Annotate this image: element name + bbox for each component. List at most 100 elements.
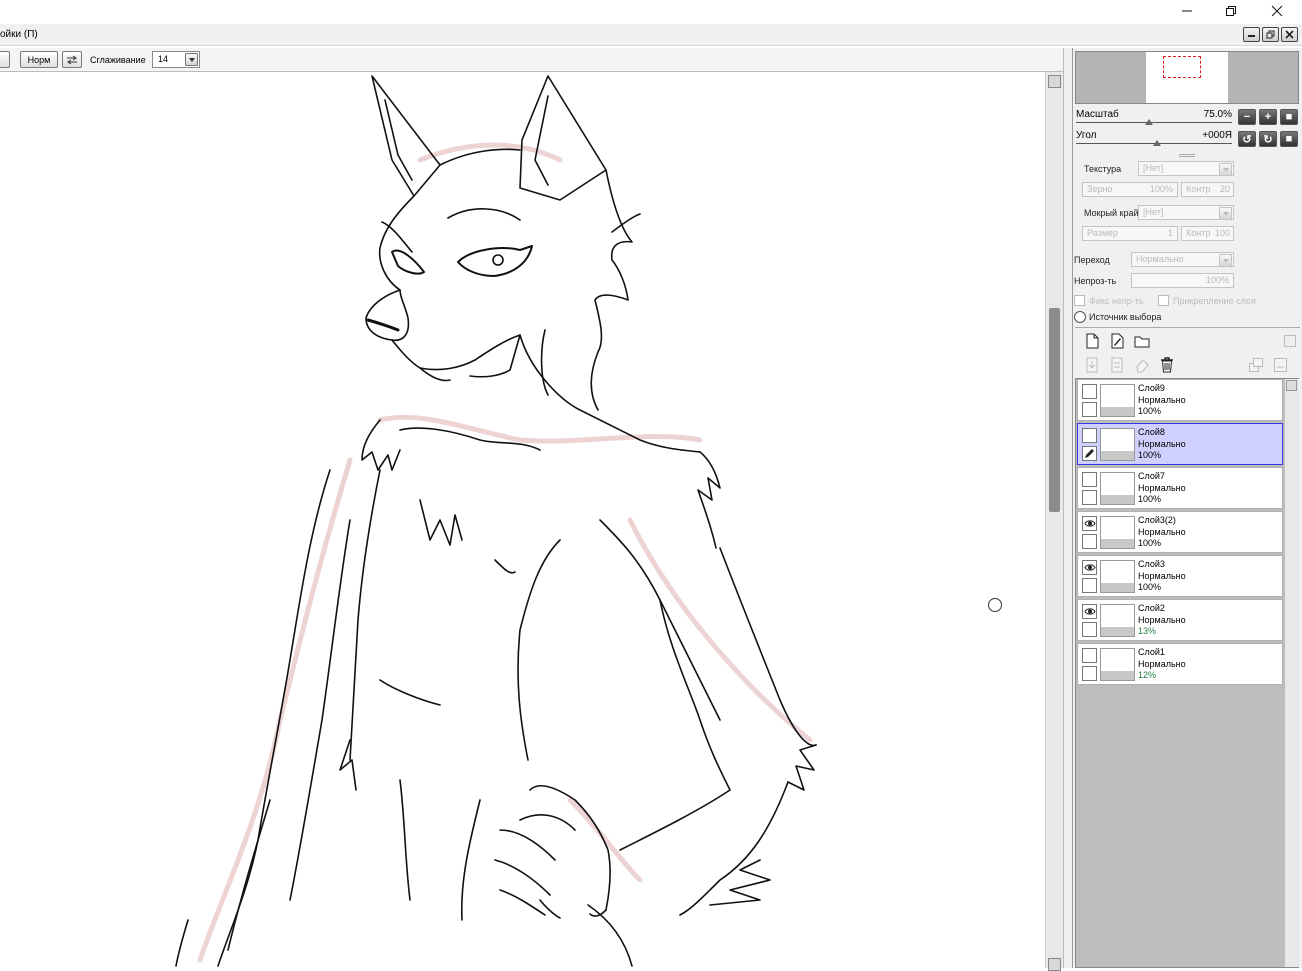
panel-grip[interactable]: [1179, 154, 1195, 157]
new-folder-button[interactable]: [1133, 332, 1151, 350]
rotate-left-icon: ↺: [1242, 133, 1252, 146]
zoom-slider[interactable]: [1076, 122, 1232, 123]
mdi-restore-button[interactable]: [1262, 27, 1279, 42]
scrollbar-thumb[interactable]: [1049, 308, 1060, 512]
new-linework-layer-icon: [1111, 333, 1124, 349]
layer-row[interactable]: Слой7 Нормально 100%: [1077, 467, 1283, 509]
layer-edit-toggle[interactable]: [1082, 666, 1097, 681]
opacity-field[interactable]: 100%: [1131, 273, 1234, 288]
wet-contrast-value: 100: [1214, 228, 1230, 238]
tool-options-bar: Норм Сглаживание 14: [0, 48, 1068, 72]
angle-slider-handle[interactable]: [1153, 140, 1161, 146]
rotate-right-button[interactable]: ↻: [1259, 131, 1277, 147]
scroll-down-button[interactable]: [1048, 958, 1061, 971]
layer-edit-toggle[interactable]: [1082, 578, 1097, 593]
drawing-canvas[interactable]: [0, 72, 1045, 968]
wet-contrast-label: Контр: [1186, 228, 1211, 238]
panel-splitter[interactable]: [1063, 48, 1072, 968]
size-field[interactable]: Размер 1: [1082, 226, 1178, 241]
zoom-reset-button[interactable]: ■: [1280, 109, 1298, 125]
restore-icon: [1226, 6, 1236, 16]
layer-edit-toggle[interactable]: [1082, 534, 1097, 549]
new-layer-icon: [1086, 333, 1099, 349]
layer-thumbnail: [1100, 472, 1135, 505]
mdi-minimize-button[interactable]: [1243, 27, 1260, 42]
rotate-left-button[interactable]: ↺: [1238, 131, 1256, 147]
mode-button[interactable]: Норм: [20, 51, 58, 68]
minimize-button[interactable]: [1164, 0, 1210, 22]
menu-item-settings[interactable]: ойки (П): [0, 29, 38, 40]
new-layer-button[interactable]: [1083, 332, 1101, 350]
layer-edit-toggle[interactable]: [1082, 490, 1097, 505]
layer-row[interactable]: Слой1 Нормально 12%: [1077, 643, 1283, 685]
layer-row[interactable]: Слой3 Нормально 100%: [1077, 555, 1283, 597]
layer-name: Слой8: [1138, 427, 1165, 437]
merge-down-button[interactable]: [1108, 356, 1126, 374]
layer-edit-toggle[interactable]: [1082, 402, 1097, 417]
wet-edge-value: [Нет]: [1143, 207, 1164, 217]
smoothing-select[interactable]: 14: [152, 51, 200, 68]
brush-shape-button[interactable]: [0, 51, 10, 68]
swap-button[interactable]: [62, 51, 82, 68]
clip-layer-checkbox[interactable]: [1158, 295, 1169, 306]
layer-name: Слой3(2): [1138, 515, 1176, 525]
blend-select[interactable]: Нормально: [1131, 252, 1234, 267]
fix-opacity-label: Фикс непр-ть: [1089, 296, 1144, 306]
minimize-icon: [1182, 10, 1192, 12]
layer-list-scrollbar[interactable]: [1285, 379, 1299, 967]
layer-visibility-toggle[interactable]: [1082, 472, 1097, 487]
layer-thumbnail: [1100, 384, 1135, 417]
layer-row[interactable]: Слой9 Нормально 100%: [1077, 379, 1283, 421]
scroll-up-button[interactable]: [1286, 380, 1297, 391]
layer-visibility-toggle[interactable]: [1082, 560, 1097, 575]
layer-up-icon: [1249, 358, 1263, 372]
new-linework-layer-button[interactable]: [1108, 332, 1126, 350]
layer-row-selected[interactable]: Слой8 Нормально 100%: [1077, 423, 1283, 465]
menubar: ойки (П): [0, 24, 1302, 46]
zoom-in-button[interactable]: +: [1259, 109, 1277, 125]
new-folder-icon: [1134, 336, 1150, 348]
navigator-preview[interactable]: [1075, 51, 1299, 104]
close-icon: [1285, 30, 1294, 39]
wet-edge-select[interactable]: [Нет]: [1138, 205, 1234, 220]
clear-layer-button[interactable]: [1133, 356, 1151, 374]
window-titlebar: [0, 0, 1302, 24]
zoom-out-button[interactable]: −: [1238, 109, 1256, 125]
chevron-down-icon: [1219, 207, 1232, 220]
wet-contrast-field[interactable]: Контр 100: [1181, 226, 1234, 241]
layer-edit-toggle[interactable]: [1082, 446, 1097, 461]
layer-visibility-toggle[interactable]: [1082, 516, 1097, 531]
canvas-scrollbar[interactable]: [1045, 72, 1063, 971]
selection-source-radio[interactable]: [1074, 311, 1086, 323]
texture-contrast-field[interactable]: Контр 20: [1181, 182, 1234, 197]
layer-edit-toggle[interactable]: [1082, 622, 1097, 637]
layer-panel-option-button[interactable]: [1281, 332, 1299, 350]
chevron-down-icon: [185, 53, 198, 66]
layer-order-up-button[interactable]: [1247, 356, 1265, 374]
layer-opacity: 100%: [1138, 450, 1162, 460]
layer-order-down-button[interactable]: [1272, 356, 1290, 374]
layer-visibility-toggle[interactable]: [1082, 604, 1097, 619]
layer-visibility-toggle[interactable]: [1082, 648, 1097, 663]
navigator-canvas: [1146, 52, 1228, 103]
rotate-reset-button[interactable]: ■: [1280, 131, 1298, 147]
eye-icon: [1083, 520, 1096, 527]
layer-visibility-toggle[interactable]: [1082, 428, 1097, 443]
layer-row[interactable]: Слой2 Нормально 13%: [1077, 599, 1283, 641]
restore-button[interactable]: [1208, 0, 1254, 22]
navigator-view-rect[interactable]: [1163, 56, 1201, 78]
close-button[interactable]: [1254, 0, 1300, 22]
transfer-down-button[interactable]: [1083, 356, 1101, 374]
layer-row[interactable]: Слой3(2) Нормально 100%: [1077, 511, 1283, 553]
grain-field[interactable]: Зерно 100%: [1082, 182, 1178, 197]
layer-opacity: 13%: [1138, 626, 1157, 636]
texture-select[interactable]: [Нет]: [1138, 161, 1234, 176]
fix-opacity-checkbox[interactable]: [1074, 295, 1085, 306]
layer-thumbnail: [1100, 516, 1135, 549]
scroll-up-button[interactable]: [1048, 75, 1061, 88]
delete-layer-button[interactable]: [1158, 356, 1176, 374]
zoom-slider-handle[interactable]: [1145, 119, 1153, 125]
layer-list[interactable]: Слой9 Нормально 100% Слой8 Нормально 100…: [1075, 378, 1299, 968]
layer-visibility-toggle[interactable]: [1082, 384, 1097, 399]
mdi-close-button[interactable]: [1281, 27, 1298, 42]
